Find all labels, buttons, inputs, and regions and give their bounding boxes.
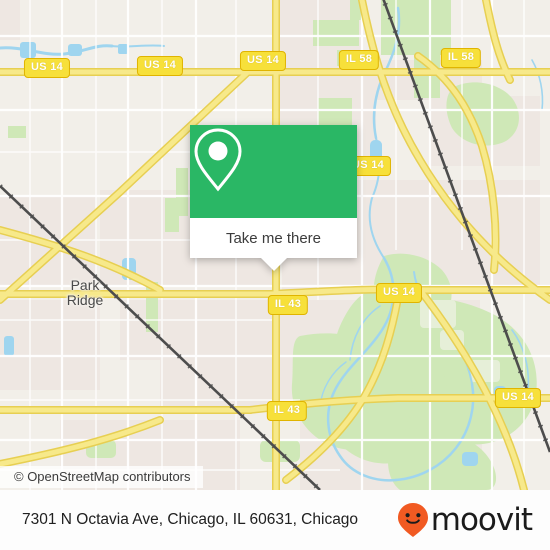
destination-callout[interactable]: Take me there bbox=[190, 125, 357, 271]
road-shield: IL 43 bbox=[267, 295, 309, 315]
callout-icon-area bbox=[190, 125, 357, 218]
road-shield: US 14 bbox=[375, 283, 423, 303]
road-shield: US 14 bbox=[494, 388, 542, 408]
road-shield: US 14 bbox=[23, 58, 71, 78]
moovit-wordmark: moovit bbox=[430, 501, 533, 538]
attribution-text: © OpenStreetMap contributors bbox=[14, 469, 191, 484]
map-canvas[interactable]: US 14 US 14 US 14 IL 58 IL 58 US 14 IL 43 US 14… bbox=[0, 0, 550, 490]
callout-pointer bbox=[260, 258, 287, 271]
footer-bar: 7301 N Octavia Ave, Chicago, IL 60631, C… bbox=[0, 490, 550, 550]
address-text: 7301 N Octavia Ave, Chicago, IL 60631, C… bbox=[22, 511, 359, 528]
place-label: Park Ridge bbox=[66, 277, 104, 308]
road-shield: IL 58 bbox=[440, 48, 482, 68]
moovit-pin-smiley-icon bbox=[397, 503, 428, 537]
map-attribution[interactable]: © OpenStreetMap contributors bbox=[0, 466, 203, 488]
road-shield: IL 43 bbox=[266, 401, 308, 421]
take-me-there-label: Take me there bbox=[225, 229, 322, 247]
road-shield: US 14 bbox=[136, 56, 184, 76]
map-pin-icon bbox=[194, 128, 242, 192]
road-shield: IL 58 bbox=[338, 50, 380, 70]
moovit-logo: moovit bbox=[397, 501, 533, 538]
take-me-there-button[interactable]: Take me there bbox=[190, 218, 357, 258]
moovit-location-card: US 14 US 14 US 14 IL 58 IL 58 US 14 IL 43 US 14… bbox=[0, 0, 550, 550]
road-shield: US 14 bbox=[239, 51, 287, 71]
